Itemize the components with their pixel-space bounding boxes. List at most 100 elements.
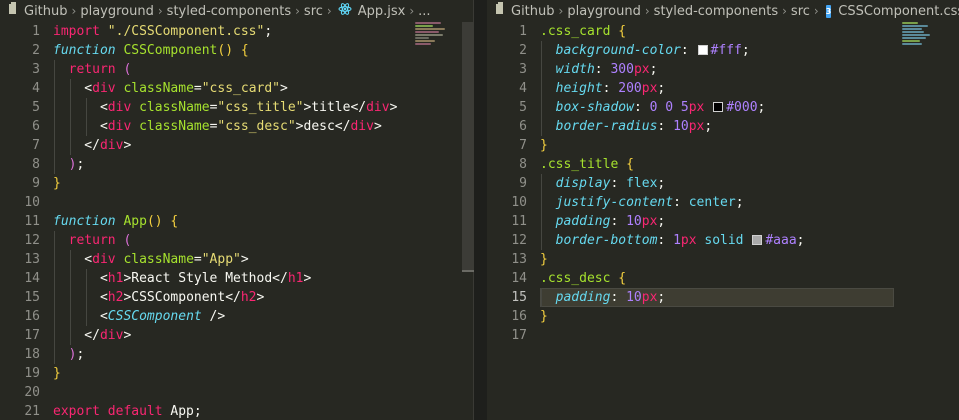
code-text: } <box>540 307 548 326</box>
code-token: () <box>217 43 241 58</box>
line-number: 10 <box>24 195 40 210</box>
breadcrumb-item[interactable]: src <box>791 4 810 19</box>
code-token: import <box>53 24 108 39</box>
code-token: >desc</ <box>295 119 351 134</box>
code-line[interactable]: 9} <box>0 174 473 193</box>
chevron-right-icon: › <box>157 4 163 18</box>
line-number: 5 <box>519 100 527 115</box>
minimap[interactable] <box>902 22 948 62</box>
code-line[interactable]: 1 .css_card { <box>487 22 959 41</box>
code-line[interactable]: 15 padding: 10px; <box>487 288 959 307</box>
code-text: </div> <box>53 326 131 345</box>
code-line[interactable]: 2 background-color: #fff; <box>487 41 959 60</box>
breadcrumb-item[interactable]: playground <box>567 4 641 19</box>
code-text: } <box>540 250 548 269</box>
line-number: 3 <box>519 62 527 77</box>
code-line[interactable]: 2 function CSSComponent() { <box>0 41 473 60</box>
code-token: < <box>53 309 108 324</box>
code-line[interactable]: 7} <box>487 136 959 155</box>
code-token: div <box>350 119 374 134</box>
code-line[interactable]: 12 return ( <box>0 231 473 250</box>
code-line[interactable]: 3 return ( <box>0 60 473 79</box>
code-line[interactable]: 6 border-radius: 10px; <box>487 117 959 136</box>
code-token: h1 <box>287 271 304 286</box>
code-token: .css_title <box>540 157 627 172</box>
code-token: App; <box>170 404 202 419</box>
code-text: ); <box>53 155 85 174</box>
code-line[interactable]: 10 justify-content: center; <box>487 193 959 212</box>
code-line[interactable]: 13} <box>487 250 959 269</box>
code-line[interactable]: 11 padding: 10px; <box>487 212 959 231</box>
code-token: < <box>53 271 108 286</box>
code-line[interactable]: 17 <box>487 326 959 345</box>
indent-guide <box>541 174 542 250</box>
breadcrumb-item[interactable]: CSSComponent.css <box>838 4 959 19</box>
code-token: ; <box>735 195 744 210</box>
code-token: </ <box>53 328 100 343</box>
minimap[interactable] <box>415 22 461 62</box>
code-token: : <box>673 195 689 210</box>
breadcrumb-item[interactable]: App.jsx <box>358 4 406 19</box>
breadcrumb-item[interactable]: ... <box>418 4 430 19</box>
code-token: solid <box>704 233 752 248</box>
breadcrumb-item[interactable]: styled-components <box>167 4 291 19</box>
code-line[interactable]: 21 export default App; <box>0 402 473 420</box>
code-text: } <box>53 174 61 193</box>
color-swatch-icon[interactable] <box>697 45 708 55</box>
code-token: ; <box>657 214 666 229</box>
code-line[interactable]: 11 function App() { <box>0 212 473 231</box>
editor-pane-app-jsx[interactable]: Github › playground › styled-components › src ›… <box>0 0 473 420</box>
line-number: 2 <box>519 43 527 58</box>
editor-pane-css-component[interactable]: Github › playground › styled-components › src ›… <box>487 0 959 420</box>
indent-guide <box>86 269 87 326</box>
scrollbar-thumb[interactable] <box>462 22 474 270</box>
code-line[interactable]: 19} <box>0 364 473 383</box>
breadcrumb-item[interactable]: playground <box>80 4 154 19</box>
code-text: return ( <box>53 231 132 250</box>
code-line[interactable]: 16} <box>487 307 959 326</box>
line-number: 8 <box>519 157 527 172</box>
breadcrumb-item[interactable]: Github <box>24 4 68 19</box>
code-token: > <box>373 119 382 134</box>
code-area[interactable]: 1 import "./CSSComponent.css"; 2 function C… <box>0 22 473 420</box>
code-token: ; <box>649 62 658 77</box>
code-token: #fff <box>710 43 742 58</box>
code-token: "css_desc" <box>217 119 296 134</box>
code-line[interactable]: 14 .css_desc { <box>487 269 959 288</box>
code-token: px <box>633 62 650 77</box>
breadcrumb-item[interactable]: styled-components <box>654 4 778 19</box>
color-swatch-icon[interactable] <box>713 102 724 112</box>
code-token: 300 <box>610 62 634 77</box>
code-token: border-bottom <box>555 233 658 248</box>
breadcrumb-item[interactable]: Github <box>511 4 555 19</box>
code-token: .css_card <box>540 24 619 39</box>
code-token: div <box>92 252 124 267</box>
code-token: return <box>68 233 124 248</box>
code-token: "css_title" <box>217 100 304 115</box>
code-line[interactable]: 12 border-bottom: 1px solid #aaa; <box>487 231 959 250</box>
code-token: > <box>256 290 265 305</box>
code-line[interactable]: 4 height: 200px; <box>487 79 959 98</box>
code-area[interactable]: 1 .css_card {2 background-color: #fff; 3 w… <box>487 22 959 345</box>
code-line[interactable]: 20 <box>0 383 473 402</box>
code-token: ( <box>123 62 132 77</box>
code-line[interactable]: 1 import "./CSSComponent.css"; <box>0 22 473 41</box>
code-line[interactable]: 3 width: 300px; <box>487 60 959 79</box>
code-line[interactable]: 8 .css_title { <box>487 155 959 174</box>
code-line[interactable]: 18 ); <box>0 345 473 364</box>
code-token: ; <box>657 176 666 191</box>
color-swatch-icon[interactable] <box>752 235 763 245</box>
code-line[interactable]: 9 display: flex; <box>487 174 959 193</box>
code-token: } <box>540 138 548 153</box>
code-line[interactable]: 10 <box>0 193 473 212</box>
line-number: 20 <box>24 385 40 400</box>
code-token: background-color <box>555 43 681 58</box>
code-token: ; <box>657 290 666 305</box>
breadcrumb-item[interactable]: src <box>304 4 323 19</box>
pane-splitter[interactable] <box>462 0 487 420</box>
code-line[interactable]: 5 box-shadow: 0 0 5px #000; <box>487 98 959 117</box>
code-text: border-radius: 10px; <box>540 117 713 136</box>
code-token: px <box>641 214 658 229</box>
code-token: div <box>99 328 124 343</box>
code-line[interactable]: 8 ); <box>0 155 473 174</box>
